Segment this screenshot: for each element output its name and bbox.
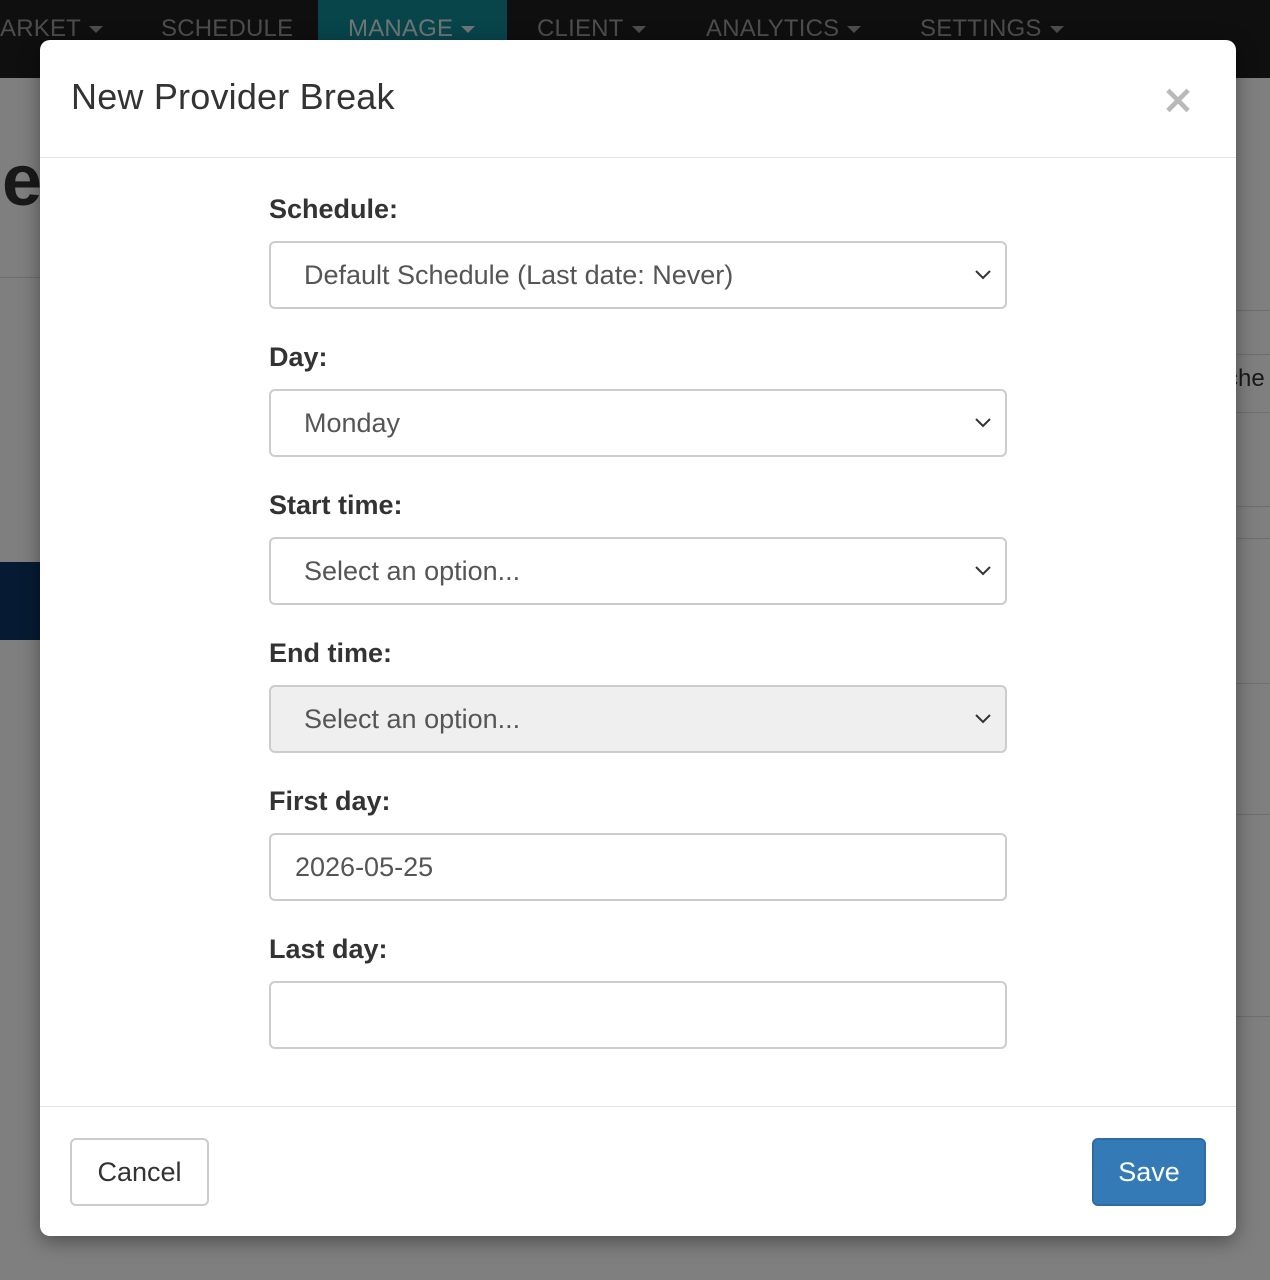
start-time-select-value: Select an option... <box>304 556 521 586</box>
end-time-field-group: End time: Select an option... <box>269 635 1007 753</box>
schedule-select[interactable]: Default Schedule (Last date: Never) <box>269 241 1007 309</box>
start-time-select[interactable]: Select an option... <box>269 537 1007 605</box>
day-select-value: Monday <box>304 408 401 438</box>
last-day-label: Last day: <box>269 934 388 964</box>
first-day-label: First day: <box>269 786 391 816</box>
day-select[interactable]: Monday <box>269 389 1007 457</box>
new-provider-break-modal: New Provider Break × Schedule: Default S… <box>40 40 1236 1236</box>
first-day-field-group: First day: <box>269 783 1007 901</box>
day-field-group: Day: Monday <box>269 339 1007 457</box>
last-day-input[interactable] <box>269 981 1007 1049</box>
save-button[interactable]: Save <box>1092 1138 1206 1206</box>
start-time-field-group: Start time: Select an option... <box>269 487 1007 605</box>
day-label: Day: <box>269 342 328 372</box>
schedule-field-group: Schedule: Default Schedule (Last date: N… <box>269 191 1007 309</box>
end-time-select[interactable]: Select an option... <box>269 685 1007 753</box>
first-day-input[interactable] <box>269 833 1007 901</box>
modal-header: New Provider Break × <box>40 40 1236 158</box>
modal-title: New Provider Break <box>71 76 395 117</box>
schedule-label: Schedule: <box>269 194 399 224</box>
chevron-down-icon <box>975 714 991 724</box>
schedule-select-value: Default Schedule (Last date: Never) <box>304 260 734 290</box>
chevron-down-icon <box>975 566 991 576</box>
modal-footer: Cancel Save <box>40 1106 1236 1237</box>
chevron-down-icon <box>975 270 991 280</box>
chevron-down-icon <box>975 418 991 428</box>
close-icon[interactable]: × <box>1158 80 1198 120</box>
start-time-label: Start time: <box>269 490 403 520</box>
cancel-button[interactable]: Cancel <box>70 1138 209 1206</box>
last-day-field-group: Last day: <box>269 931 1007 1049</box>
end-time-label: End time: <box>269 638 393 668</box>
end-time-select-value: Select an option... <box>304 704 521 734</box>
